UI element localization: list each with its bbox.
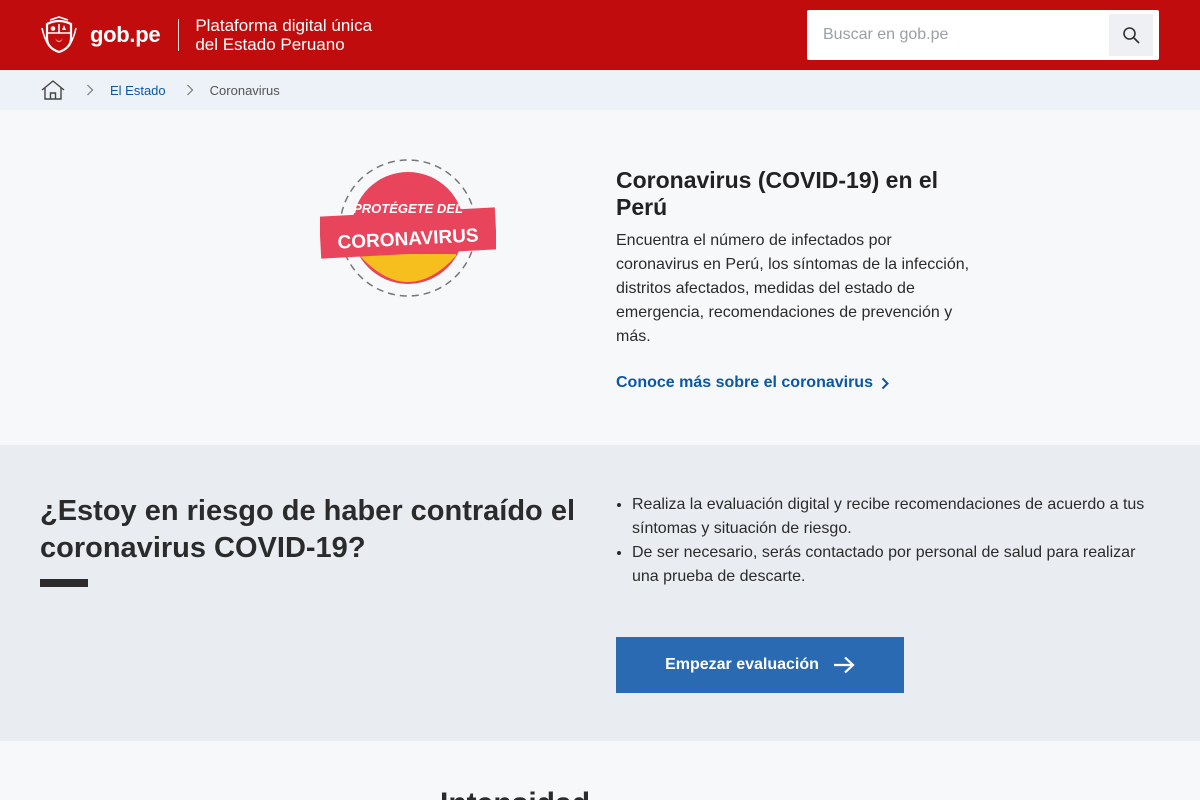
home-icon <box>41 80 65 100</box>
tagline-line-2: del Estado Peruano <box>195 35 345 54</box>
site-header: gob.pe Plataforma digital única del Esta… <box>0 0 1200 70</box>
breadcrumb: El Estado Coronavirus <box>0 70 1200 110</box>
breadcrumb-current: Coronavirus <box>209 82 280 98</box>
start-evaluation-button[interactable]: Empezar evaluación <box>616 637 904 693</box>
protegete-coronavirus-badge: PROTÉGETE DEL CORONAVIRUS <box>320 159 496 297</box>
chevron-right-icon <box>881 377 889 389</box>
logo-link[interactable]: gob.pe Plataforma digital única del Esta… <box>40 16 372 54</box>
title-underline <box>40 579 88 587</box>
logo-divider <box>178 19 180 51</box>
logo-tagline: Plataforma digital única del Estado Peru… <box>195 16 372 54</box>
risk-assessment-section: ¿Estoy en riesgo de haber contraído el c… <box>0 445 1200 741</box>
coronavirus-info-link-label: Conoce más sobre el coronavirus <box>616 374 873 391</box>
tagline-line-1: Plataforma digital única <box>195 16 373 35</box>
list-item: De ser necesario, serás contactado por p… <box>632 541 1166 589</box>
search-input[interactable] <box>807 10 1107 60</box>
badge-line-1: PROTÉGETE DEL <box>353 201 463 216</box>
chevron-right-icon <box>86 83 96 97</box>
search-icon <box>1123 27 1140 44</box>
logo-text: gob.pe <box>90 22 161 47</box>
search-box <box>807 10 1159 60</box>
chevron-right-icon <box>186 83 196 97</box>
hero-title: Coronavirus (COVID-19) en el Perú <box>616 167 939 220</box>
hero-description: Encuentra el número de infectados por co… <box>616 232 970 345</box>
intensity-title: Intensidad <box>440 787 590 800</box>
risk-bullet-list: Realiza la evaluación digital y recibe r… <box>616 493 1166 589</box>
intensity-section: Intensidad <box>0 741 1200 800</box>
coronavirus-info-link[interactable]: Conoce más sobre el coronavirus <box>616 374 889 392</box>
peru-shield-icon <box>41 16 77 54</box>
breadcrumb-el-estado[interactable]: El Estado <box>110 83 166 98</box>
list-item: Realiza la evaluación digital y recibe r… <box>632 493 1166 541</box>
arrow-right-icon <box>833 656 855 674</box>
hero-section: PROTÉGETE DEL CORONAVIRUS Coronavirus (C… <box>0 110 1200 445</box>
risk-title: ¿Estoy en riesgo de haber contraído el c… <box>40 495 576 564</box>
search-button[interactable] <box>1109 14 1153 56</box>
breadcrumb-home-link[interactable] <box>40 79 66 101</box>
start-evaluation-label: Empezar evaluación <box>665 656 819 673</box>
